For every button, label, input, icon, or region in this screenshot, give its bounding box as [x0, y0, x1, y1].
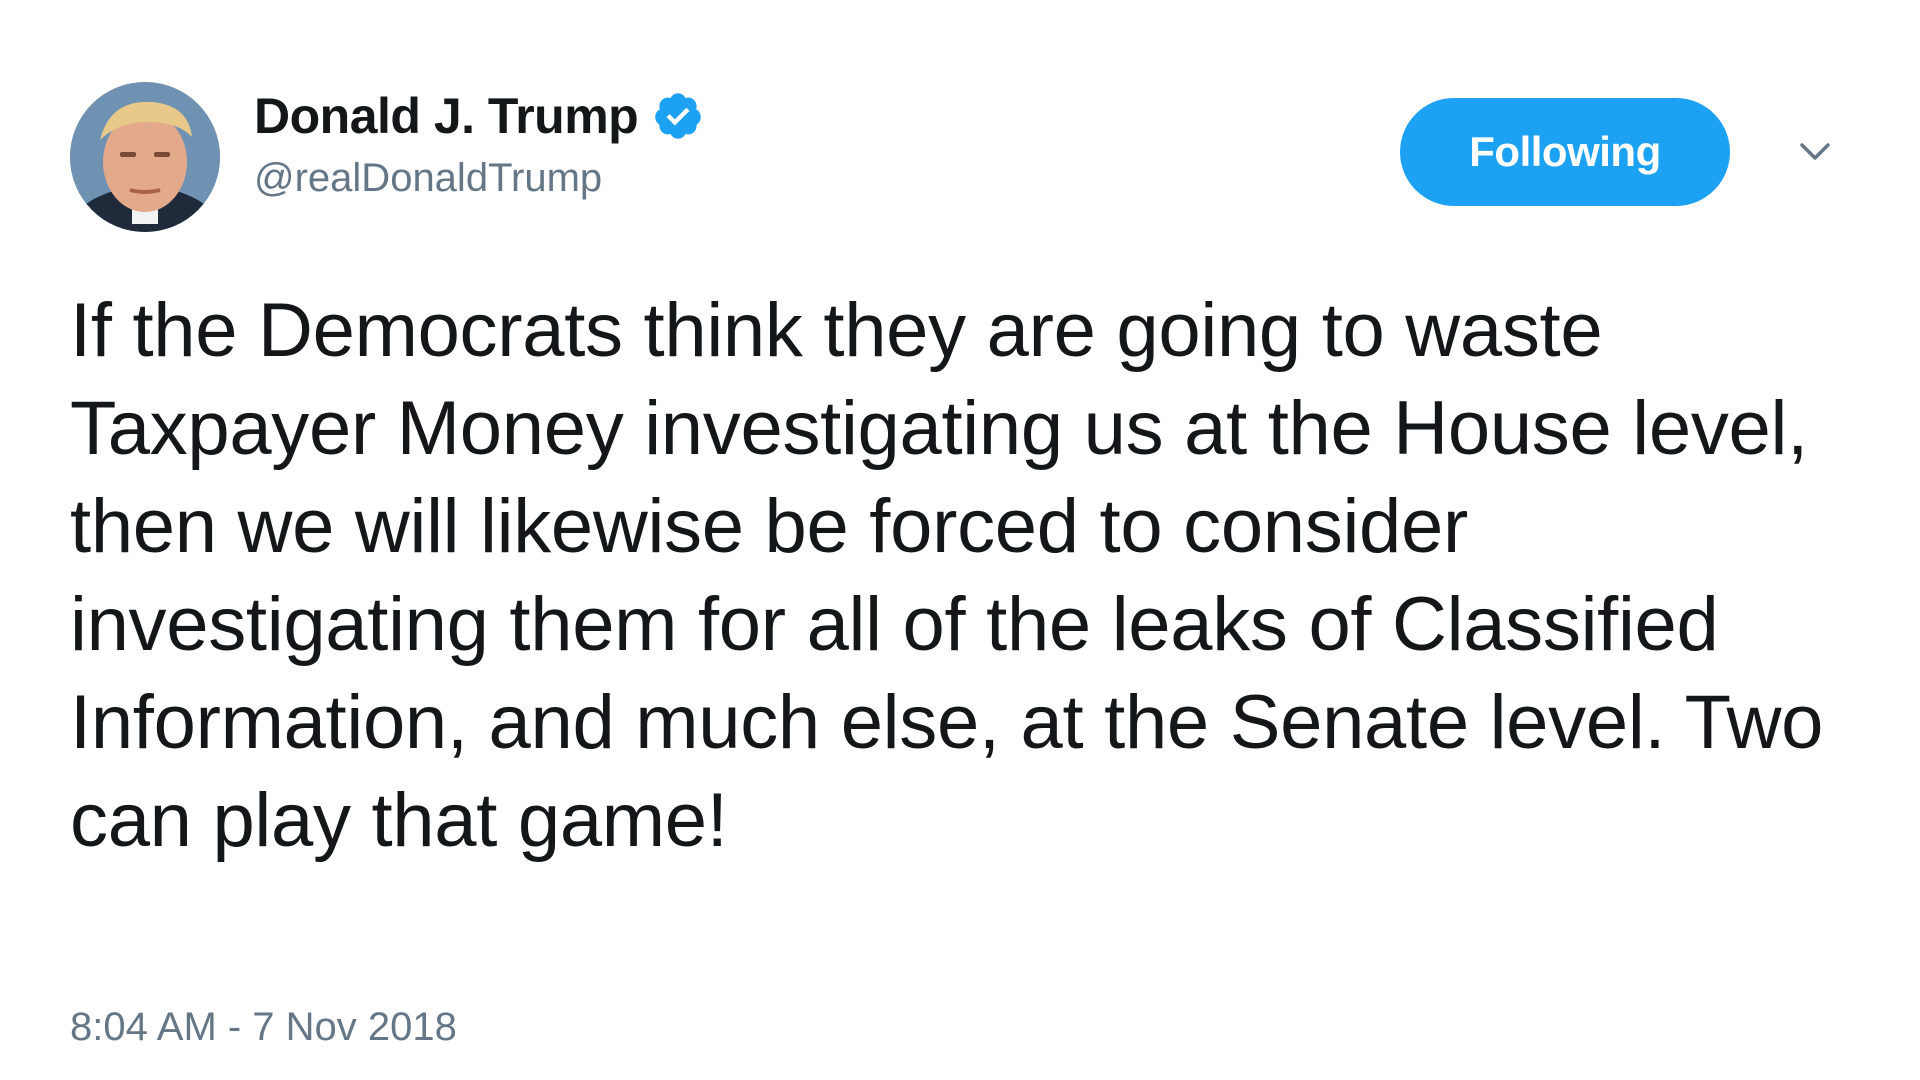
profile-photo-icon: [70, 82, 220, 232]
verified-badge-icon: [652, 90, 704, 142]
tweet-timestamp[interactable]: 8:04 AM - 7 Nov 2018: [70, 1005, 457, 1050]
author-names: Donald J. Trump @realDonaldTrump: [254, 86, 704, 201]
tweet-card: Donald J. Trump @realDonaldTrump Followi…: [0, 0, 1920, 1080]
tweet-header: Donald J. Trump @realDonaldTrump Followi…: [70, 82, 1850, 232]
following-button[interactable]: Following: [1400, 98, 1730, 206]
tweet-text: If the Democrats think they are going to…: [70, 288, 1824, 863]
avatar[interactable]: [70, 82, 220, 232]
author-handle[interactable]: @realDonaldTrump: [254, 156, 704, 201]
display-name[interactable]: Donald J. Trump: [254, 87, 639, 145]
display-name-row: Donald J. Trump: [254, 86, 704, 146]
chevron-down-icon[interactable]: [1790, 126, 1840, 176]
